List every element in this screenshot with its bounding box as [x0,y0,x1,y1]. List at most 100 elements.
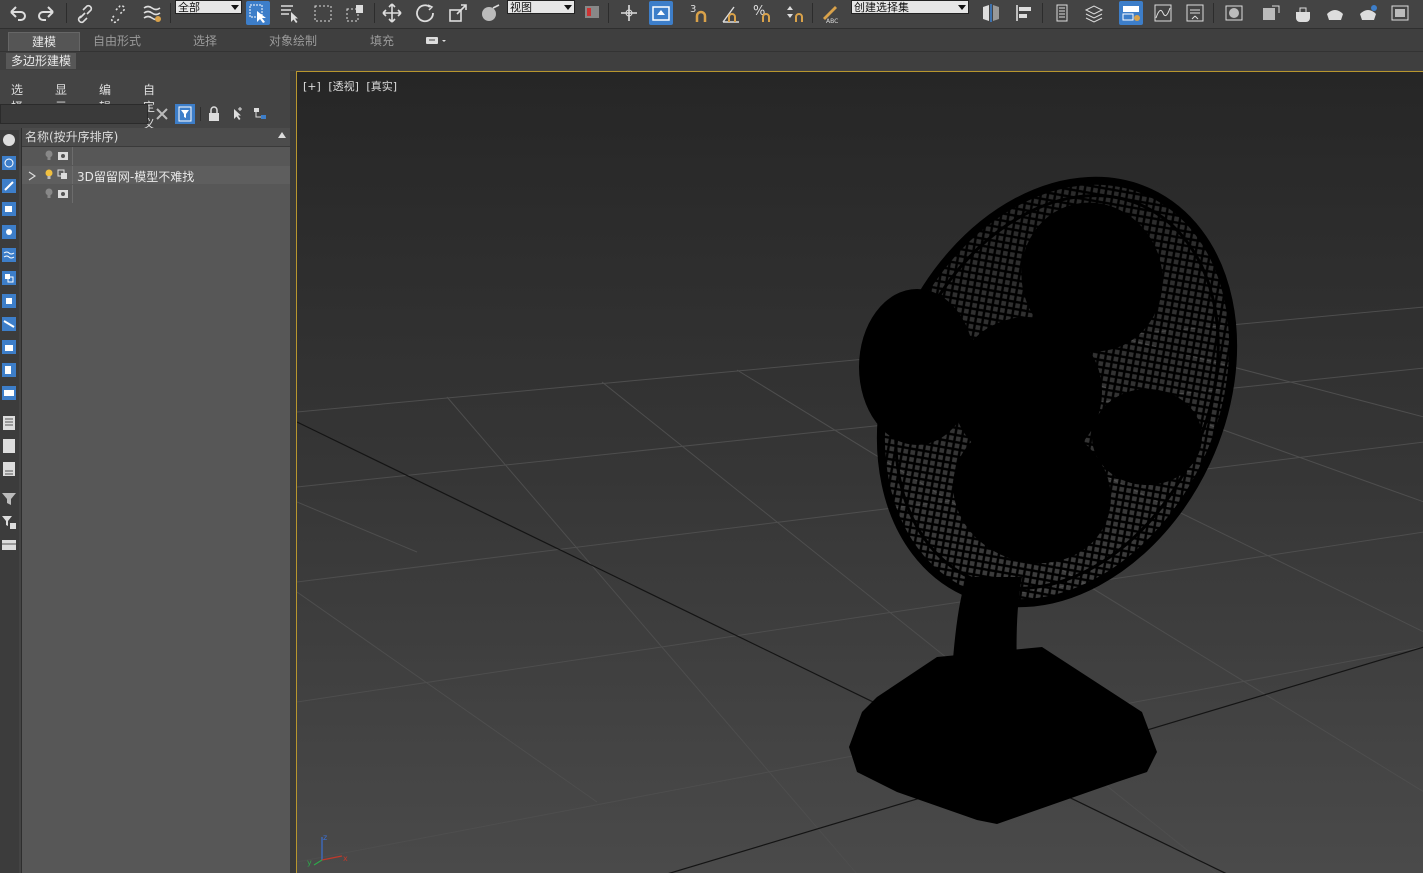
render-iterative-icon[interactable] [1356,1,1380,25]
align-icon[interactable] [1012,1,1036,25]
undo-icon[interactable] [5,1,29,25]
tab-populate[interactable]: 填充 [370,32,394,50]
render-activeshade-icon[interactable] [1388,1,1412,25]
snaps-toggle-icon[interactable]: 3 [688,1,712,25]
xrefs-filter-icon[interactable] [1,293,17,309]
viewport-label-menu: [+] [透视] [真实] [303,78,401,94]
svg-text:ABC: ABC [826,18,838,24]
viewport-scene: z x y [297,72,1423,873]
tab-selection[interactable]: 选择 [193,32,217,50]
geometry-filter-icon[interactable] [1,132,17,148]
window-crossing-icon[interactable] [343,1,367,25]
list-item[interactable] [22,185,290,203]
shapes-filter-icon[interactable] [1,155,17,171]
explorer-filter-strip [0,130,19,873]
mirror-icon[interactable] [979,1,1003,25]
tab-modeling[interactable]: 建模 [8,32,81,51]
rendered-frame-window-icon[interactable] [1291,1,1315,25]
keyboard-shortcut-override-icon[interactable] [649,1,673,25]
list-column-header[interactable]: 名称(按升序排序) [22,128,290,147]
perspective-viewport[interactable]: z x y [+] [透视] [真实] [296,71,1423,873]
pivot-center-icon[interactable] [580,1,604,25]
list-item[interactable]: 3D留留网-模型不难找 [22,166,290,184]
named-selection-dropdown[interactable]: 创建选择集 [851,0,969,14]
move-icon[interactable] [380,1,404,25]
spinner-snap-icon[interactable] [783,1,807,25]
render-setup-icon[interactable] [1259,1,1283,25]
reference-coord-value: 视图 [510,1,532,14]
bones-filter-icon[interactable] [1,316,17,332]
filter-funnel-icon[interactable] [1,491,17,507]
axis-x-label: x [343,854,348,863]
schematic-view-icon[interactable] [1183,1,1207,25]
clear-search-icon[interactable] [153,105,171,123]
hidden-filter-icon[interactable] [1,385,17,401]
light-bulb-icon[interactable] [44,150,54,165]
display-invert-icon[interactable] [1,461,17,477]
render-production-icon[interactable] [1323,1,1347,25]
name-column-label: 名称(按升序排序) [25,130,119,144]
select-children-icon[interactable] [228,105,246,123]
ribbon-tab-bar: 建模 自由形式 选择 对象绘制 填充 [0,29,1423,52]
light-bulb-icon[interactable] [44,188,54,203]
scene-explorer: 选择 显示 编辑 自定义 名称(按升序排序) [0,73,290,873]
expand-arrow-icon[interactable] [28,170,37,184]
scene-explorer-toggle-icon[interactable] [1050,1,1074,25]
render-frame-icon[interactable] [57,150,69,165]
viewport-shading-menu[interactable]: [真实] [366,80,397,93]
hierarchy-icon[interactable] [251,105,269,123]
select-object-icon[interactable] [246,1,270,25]
material-editor-icon[interactable] [1222,1,1246,25]
render-frame-icon[interactable] [57,188,69,203]
search-input[interactable] [0,104,148,124]
list-item[interactable] [22,147,290,165]
viewport-pov-menu[interactable]: [透视] [328,80,359,93]
viewport-general-menu[interactable]: [+] [303,80,321,93]
containers-filter-icon[interactable] [1,339,17,355]
rect-selection-region-icon[interactable] [311,1,335,25]
display-all-icon[interactable] [1,415,17,431]
filter-list-icon[interactable] [1,514,17,530]
search-row [0,103,290,125]
unlink-icon[interactable] [107,1,131,25]
filter-toggle-icon[interactable] [175,104,195,124]
named-selection-value: 创建选择集 [854,1,909,14]
link-icon[interactable] [74,1,98,25]
spacewarps-filter-icon[interactable] [1,247,17,263]
ribbon-options-icon[interactable] [425,34,447,52]
layer-explorer-icon[interactable] [1082,1,1106,25]
angle-snap-icon[interactable] [719,1,743,25]
svg-text:3: 3 [690,4,696,15]
axis-y-label: y [307,858,312,867]
edit-named-selection-icon[interactable]: ABC [818,1,842,25]
groups-filter-icon[interactable] [1,270,17,286]
bind-space-warp-icon[interactable] [140,1,164,25]
helpers-filter-icon[interactable] [1,224,17,240]
group-icon[interactable] [57,169,69,184]
cameras-filter-icon[interactable] [1,201,17,217]
select-by-name-icon[interactable] [278,1,302,25]
ribbon-toggle-icon[interactable] [1119,1,1143,25]
lock-icon[interactable] [205,105,223,123]
rotate-icon[interactable] [413,1,437,25]
reference-coord-dropdown[interactable]: 视图 [507,0,575,14]
scale-icon[interactable] [446,1,470,25]
frozen-filter-icon[interactable] [1,362,17,378]
sort-ascending-icon[interactable] [277,128,287,146]
ribbon-panel: 多边形建模 [0,52,1423,70]
display-none-icon[interactable] [1,438,17,454]
tab-freeform[interactable]: 自由形式 [93,32,141,50]
lights-filter-icon[interactable] [1,178,17,194]
percent-snap-icon[interactable]: % [751,1,775,25]
layer-filter-icon[interactable] [1,537,17,553]
light-bulb-icon[interactable] [44,169,54,184]
selection-filter-value: 全部 [178,1,200,14]
selection-filter-dropdown[interactable]: 全部 [175,0,242,14]
redo-icon[interactable] [35,1,59,25]
place-icon[interactable] [478,1,502,25]
curve-editor-icon[interactable] [1151,1,1175,25]
polygon-modeling-label[interactable]: 多边形建模 [6,53,77,69]
tab-object-paint[interactable]: 对象绘制 [269,32,317,50]
select-manipulate-icon[interactable] [617,1,641,25]
object-name: 3D留留网-模型不难找 [77,170,195,184]
